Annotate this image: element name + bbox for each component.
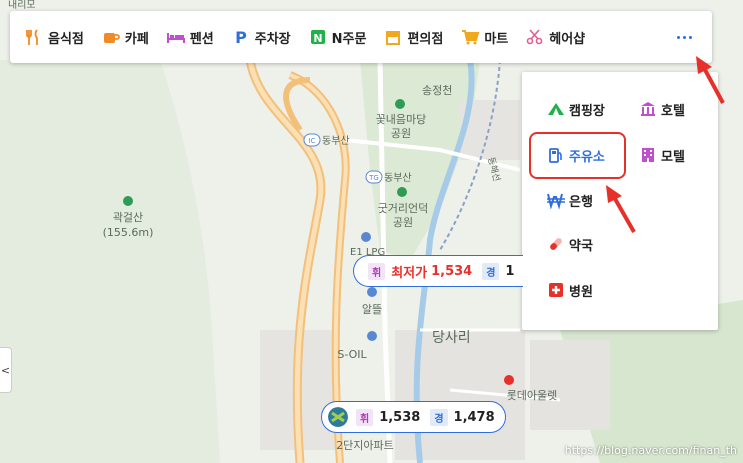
map-label-brand-soil: S-OIL xyxy=(337,348,367,361)
menu-item-label: 모텔 xyxy=(661,149,685,165)
gas-price-pill-2[interactable]: 휘 1,538 경 1,478 xyxy=(321,401,506,433)
category-label: 카페 xyxy=(124,31,149,47)
more-categories-button[interactable] xyxy=(672,25,696,49)
category-convenience-store[interactable]: 편의점 xyxy=(383,11,443,63)
lowest-price-label: 최저가 xyxy=(391,265,428,281)
chevron-left-icon: < xyxy=(0,363,11,377)
menu-item-label: 호텔 xyxy=(661,103,685,119)
hotel-icon xyxy=(641,102,655,116)
gasoline-price: 1,538 xyxy=(379,409,421,425)
won-icon xyxy=(547,193,565,210)
map-label-district: 당사리 xyxy=(432,330,471,346)
map-label-ic: 동부산 xyxy=(322,135,350,147)
diesel-tag: 경 xyxy=(482,262,500,280)
pill-icon xyxy=(550,238,562,250)
gas-price-pill-1[interactable]: 휘 최저가 1,534 경 1 xyxy=(353,255,523,287)
svg-text:P: P xyxy=(235,28,247,47)
menu-item-gas-station[interactable]: 주유소 xyxy=(546,145,605,165)
hospital-cross-icon xyxy=(549,283,563,297)
category-cafe[interactable]: 카페 xyxy=(101,11,149,63)
map-label-tg: 동부산 xyxy=(384,172,412,184)
map-label-park2b: 공원 xyxy=(393,216,413,229)
coffee-cup-icon xyxy=(103,33,120,43)
blog-watermark: https://blog.naver.com/finan_th xyxy=(564,444,737,457)
gasoline-tag: 휘 xyxy=(368,262,386,280)
menu-item-label: 은행 xyxy=(569,194,593,210)
category-label: 마트 xyxy=(484,31,509,47)
menu-item-hotel[interactable]: 호텔 xyxy=(638,99,685,119)
map-label-apartment: 2단지아파트 xyxy=(336,439,394,452)
fuel-pump-icon xyxy=(549,148,562,163)
category-n-order[interactable]: N N주문 xyxy=(308,11,367,63)
map-label-mountain-height: (155.6m) xyxy=(103,226,154,239)
gas-brand-logo-icon xyxy=(328,407,348,427)
svg-text:N: N xyxy=(313,32,322,45)
category-restaurant[interactable]: 음식점 xyxy=(24,11,84,63)
menu-item-label: 병원 xyxy=(569,284,593,300)
map-label-naerimo: 내리모 xyxy=(8,0,36,11)
dot xyxy=(676,35,680,39)
menu-item-label: 주유소 xyxy=(569,149,605,165)
category-pension[interactable]: 펜션 xyxy=(166,11,214,63)
diesel-price: 1 xyxy=(505,263,515,279)
parking-icon: P xyxy=(235,28,247,47)
category-label: 펜션 xyxy=(189,31,214,47)
bed-icon xyxy=(166,33,185,43)
category-bar: 음식점 카페 펜션 P 주차장 N N주문 편의점 마트 헤어샵 xyxy=(10,11,712,63)
side-panel-toggle[interactable]: < xyxy=(0,347,12,393)
scissors-icon xyxy=(526,29,543,45)
store-icon xyxy=(386,31,401,45)
category-label: 헤어샵 xyxy=(549,31,586,47)
map-label-brand-altteul: 알뜰 xyxy=(362,302,382,316)
svg-text:TG: TG xyxy=(368,174,379,182)
dot xyxy=(682,35,686,39)
map-label-park2: 굿거리언덕 xyxy=(378,202,429,215)
category-label: 음식점 xyxy=(48,31,84,47)
menu-item-label: 약국 xyxy=(569,238,593,254)
cart-icon xyxy=(462,30,480,45)
menu-item-label: 캠핑장 xyxy=(569,103,605,119)
fork-knife-icon xyxy=(26,29,38,45)
dot xyxy=(688,35,692,39)
diesel-price: 1,478 xyxy=(453,409,495,425)
map-label-park1b: 공원 xyxy=(391,127,411,140)
map-label-outlet: 롯데아울렛 xyxy=(507,389,558,402)
n-order-icon: N xyxy=(310,30,325,45)
motel-icon xyxy=(642,148,654,162)
gasoline-price: 1,534 xyxy=(431,263,473,279)
map-label-station: 송정천 xyxy=(422,83,452,97)
category-parking[interactable]: P 주차장 xyxy=(231,11,291,63)
category-mart[interactable]: 마트 xyxy=(460,11,508,63)
menu-item-hospital[interactable]: 병원 xyxy=(546,280,593,300)
menu-item-bank[interactable]: 은행 xyxy=(546,190,593,210)
map-label-park1: 꽃내음마당 xyxy=(376,113,427,126)
diesel-tag: 경 xyxy=(430,408,448,426)
category-label: N주문 xyxy=(331,31,367,47)
category-hair-salon[interactable]: 헤어샵 xyxy=(525,11,585,63)
menu-item-camping[interactable]: 캠핑장 xyxy=(546,99,605,119)
map-label-mountain: 곽걸산 xyxy=(113,211,143,224)
category-label: 편의점 xyxy=(407,31,444,47)
category-label: 주차장 xyxy=(254,31,291,47)
menu-item-motel[interactable]: 모텔 xyxy=(638,145,685,165)
gasoline-tag: 휘 xyxy=(356,408,374,426)
tent-icon xyxy=(548,103,564,115)
menu-item-pharmacy[interactable]: 약국 xyxy=(546,234,593,254)
svg-text:IC: IC xyxy=(309,137,316,145)
